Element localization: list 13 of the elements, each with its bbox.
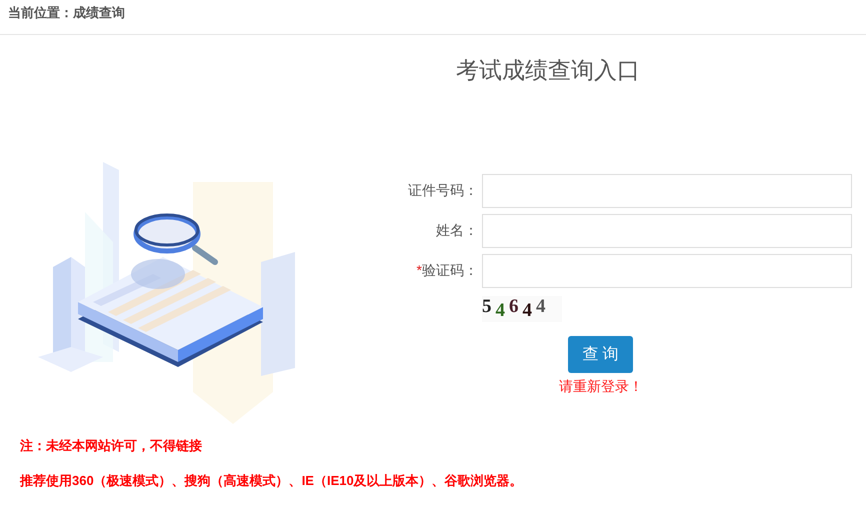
input-field[interactable] (482, 214, 852, 248)
captcha-image[interactable]: 54644 (482, 296, 562, 322)
notice-text: 注：未经本网站许可，不得链接 (20, 437, 203, 455)
notice-text: 推荐使用360（极速模式）、搜狗（高速模式）、IE（IE10及以上版本）、谷歌浏览器。 (20, 472, 524, 490)
field-label: 证件号码： (407, 182, 479, 200)
breadcrumb: 当前位置：成绩查询 (8, 4, 125, 22)
field-label: *验证码： (416, 262, 479, 280)
input-field[interactable] (482, 254, 852, 288)
field-label: 姓名： (435, 222, 479, 240)
input-field[interactable] (482, 174, 852, 208)
error-message: 请重新登录！ (559, 378, 643, 394)
query-button[interactable]: 查 询 (568, 336, 633, 373)
page-title: 考试成绩查询入口 (456, 57, 640, 83)
